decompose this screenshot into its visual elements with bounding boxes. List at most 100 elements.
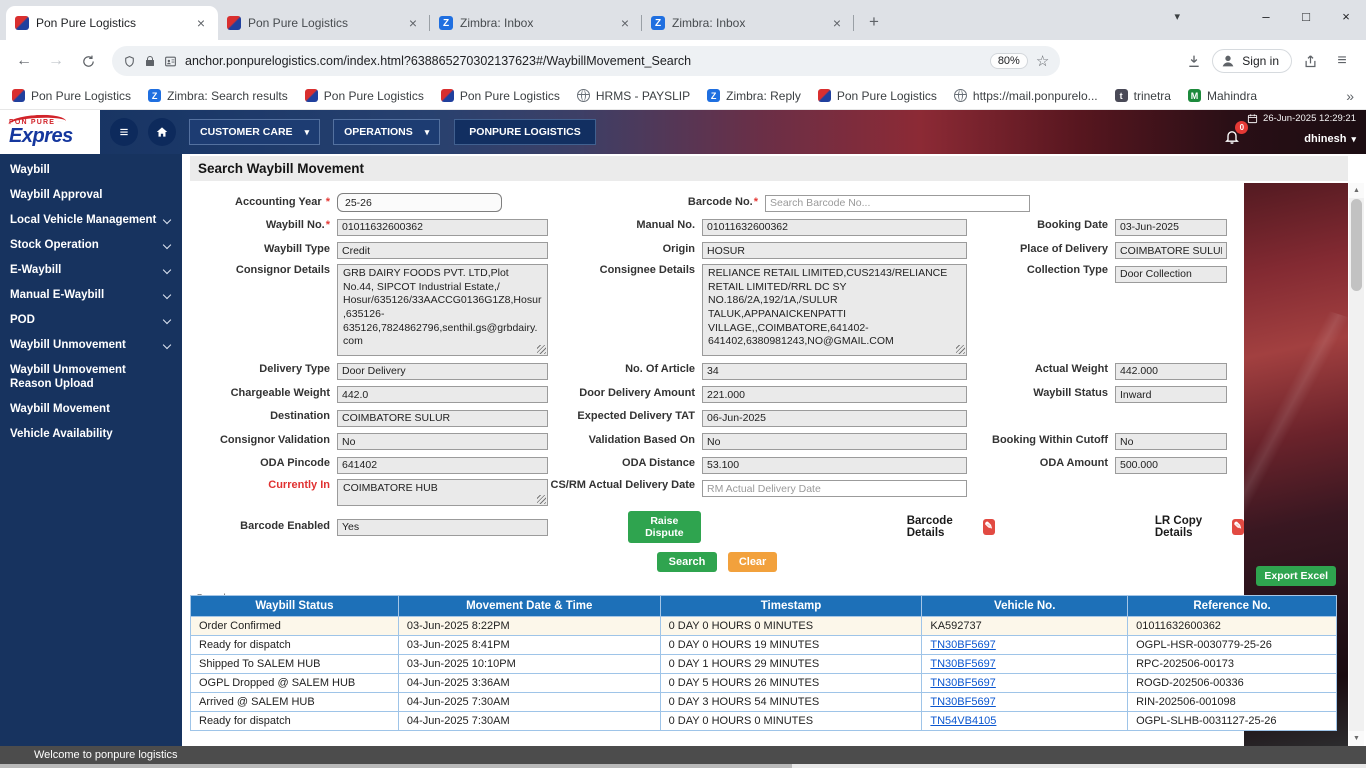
sidebar-item[interactable]: Manual E-Waybill [0, 283, 182, 308]
door-delivery-amount-input[interactable] [702, 386, 967, 403]
actual-weight-input[interactable] [1115, 362, 1227, 380]
booking-date-input[interactable] [1115, 218, 1227, 236]
menu-customer-care[interactable]: CUSTOMER CARE ▾ [189, 119, 321, 145]
sidebar-item[interactable]: Waybill Unmovement Reason Upload [0, 358, 182, 398]
barcode-no-input[interactable] [765, 194, 1030, 212]
share-button[interactable] [1296, 47, 1324, 75]
sidebar-item[interactable]: Vehicle Availability [0, 422, 182, 447]
new-tab-button[interactable]: + [860, 8, 888, 36]
notifications-button[interactable]: 0 [1224, 121, 1249, 150]
sidebar-item[interactable]: Local Vehicle Management [0, 208, 182, 233]
sidebar-item[interactable]: Waybill Unmovement [0, 333, 182, 358]
tab-close-icon[interactable]: × [193, 15, 209, 31]
bookmark-item[interactable]: Z Zimbra: Search results [148, 89, 288, 103]
browser-tab[interactable]: Pon Pure Logistics × [218, 6, 430, 40]
no-of-article-input[interactable] [702, 362, 967, 380]
manual-no-input[interactable] [702, 218, 967, 236]
vehicle-link[interactable]: TN54VB4105 [930, 715, 996, 727]
browser-tab[interactable]: Z Zimbra: Inbox × [430, 6, 642, 40]
horizontal-scrollbar-thumb[interactable] [0, 764, 793, 768]
sign-in-button[interactable]: Sign in [1212, 49, 1292, 73]
id-badge-icon[interactable] [164, 55, 177, 68]
validation-based-on-input[interactable] [702, 433, 967, 450]
vertical-scrollbar[interactable]: ▲ ▼ [1349, 183, 1364, 746]
bookmark-star-icon[interactable]: ☆ [1036, 52, 1049, 70]
origin-input[interactable] [702, 242, 967, 259]
oda-pincode-input[interactable] [337, 456, 548, 474]
accounting-year-select[interactable]: 25-26 [337, 193, 502, 212]
bookmark-item[interactable]: HRMS - PAYSLIP [576, 89, 690, 103]
tab-search-icon[interactable]: ▾ [1174, 10, 1180, 23]
scrollbar-thumb[interactable] [1351, 199, 1362, 291]
place-of-delivery-input[interactable] [1115, 242, 1227, 259]
scroll-up-icon[interactable]: ▲ [1349, 183, 1364, 198]
sidebar-item[interactable]: E-Waybill [0, 258, 182, 283]
browser-tab[interactable]: Z Zimbra: Inbox × [642, 6, 854, 40]
menu-operations[interactable]: OPERATIONS ▾ [333, 119, 441, 145]
maximize-button[interactable]: □ [1286, 0, 1326, 32]
clear-button[interactable]: Clear [727, 551, 778, 572]
horizontal-scrollbar[interactable] [0, 764, 1366, 768]
bookmark-item[interactable]: M Mahindra [1187, 89, 1257, 103]
home-button[interactable] [148, 118, 176, 146]
expected-delivery-tat-input[interactable] [702, 409, 967, 427]
delivery-type-input[interactable] [337, 362, 548, 380]
zoom-badge[interactable]: 80% [989, 53, 1028, 69]
booking-within-cutoff-input[interactable] [1115, 433, 1227, 450]
bookmark-item[interactable]: Pon Pure Logistics [440, 89, 560, 103]
export-excel-button[interactable]: Export Excel [1256, 566, 1336, 586]
browser-tab[interactable]: Pon Pure Logistics × [6, 6, 218, 40]
bookmark-item[interactable]: Pon Pure Logistics [817, 89, 937, 103]
barcode-details-edit-icon[interactable]: ✎ [982, 518, 995, 535]
vehicle-link[interactable]: TN30BF5697 [930, 639, 995, 651]
oda-amount-input[interactable] [1115, 456, 1227, 474]
tab-close-icon[interactable]: × [829, 15, 845, 31]
browser-menu-button[interactable]: ≡ [1328, 47, 1356, 75]
bookmark-item[interactable]: Z Zimbra: Reply [707, 89, 801, 103]
consignor-validation-input[interactable] [337, 433, 548, 450]
scroll-down-icon[interactable]: ▼ [1349, 731, 1364, 746]
waybill-status-input[interactable] [1115, 386, 1227, 403]
oda-distance-input[interactable] [702, 456, 967, 474]
back-button[interactable]: ← [10, 47, 38, 75]
app-menu-button[interactable]: ≡ [110, 118, 138, 146]
minimize-button[interactable]: – [1246, 0, 1286, 32]
lr-copy-details-edit-icon[interactable]: ✎ [1231, 518, 1244, 535]
tab-close-icon[interactable]: × [617, 15, 633, 31]
waybill-no-input[interactable] [337, 218, 548, 236]
search-button[interactable]: Search [656, 551, 718, 572]
bookmark-item[interactable]: t trinetra [1114, 89, 1171, 103]
vehicle-link[interactable]: TN30BF5697 [930, 658, 995, 670]
consignor-details-textarea[interactable]: GRB DAIRY FOODS PVT. LTD,Plot No.44, SIP… [337, 264, 548, 356]
cs-rm-actual-delivery-date-input[interactable] [702, 480, 967, 497]
window-close-button[interactable]: × [1326, 0, 1366, 32]
destination-input[interactable] [337, 409, 548, 427]
waybill-type-input[interactable] [337, 242, 548, 259]
barcode-enabled-input[interactable] [337, 518, 548, 536]
chargeable-weight-input[interactable] [337, 386, 548, 403]
shield-icon[interactable] [123, 55, 136, 68]
address-bar[interactable]: anchor.ponpurelogistics.com/index.html?6… [112, 46, 1061, 76]
downloads-button[interactable] [1180, 47, 1208, 75]
bookmark-item[interactable]: Pon Pure Logistics [304, 89, 424, 103]
bookmarks-overflow-icon[interactable]: » [1346, 88, 1354, 104]
sidebar-item[interactable]: Waybill [0, 158, 182, 183]
sidebar-item[interactable]: POD [0, 308, 182, 333]
bookmark-item[interactable]: Pon Pure Logistics [12, 89, 131, 103]
username-text: dhinesh [1304, 133, 1347, 145]
user-menu[interactable]: dhinesh ▾ [1304, 133, 1356, 145]
vehicle-link[interactable]: TN30BF5697 [930, 696, 995, 708]
raise-dispute-button[interactable]: Raise Dispute [628, 510, 701, 543]
lock-icon[interactable] [144, 55, 156, 67]
collection-type-input[interactable] [1115, 265, 1227, 283]
vehicle-link[interactable]: TN30BF5697 [930, 677, 995, 689]
sidebar-item[interactable]: Waybill Approval [0, 183, 182, 208]
bookmark-item[interactable]: https://mail.ponpurelo... [953, 89, 1098, 103]
consignee-details-textarea[interactable]: RELIANCE RETAIL LIMITED,CUS2143/RELIANCE… [702, 264, 967, 356]
reload-button[interactable] [74, 47, 102, 75]
sidebar-item[interactable]: Stock Operation [0, 233, 182, 258]
tab-close-icon[interactable]: × [405, 15, 421, 31]
forward-button[interactable]: → [42, 47, 70, 75]
sidebar-item[interactable]: Waybill Movement [0, 397, 182, 422]
currently-in-textarea[interactable]: COIMBATORE HUB [337, 478, 548, 506]
